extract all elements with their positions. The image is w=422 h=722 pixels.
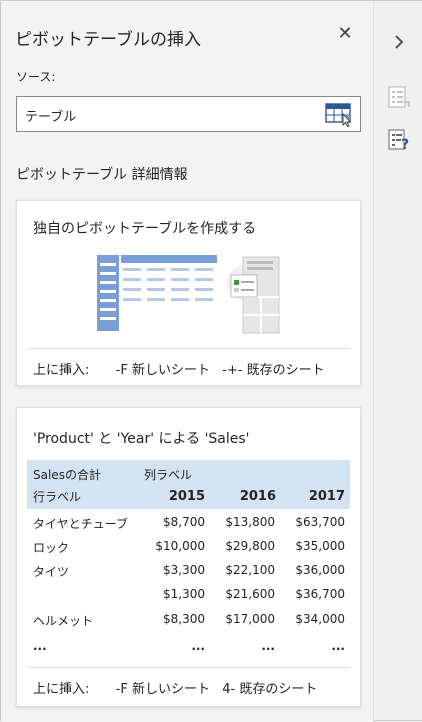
cell-value: $21,600 xyxy=(225,587,275,601)
row-label: ... xyxy=(33,639,47,653)
column-labels-header: 列ラベル xyxy=(144,468,193,482)
cell-value: $36,000 xyxy=(295,563,345,577)
cell-value: ... xyxy=(261,639,275,653)
cell-value: $29,800 xyxy=(225,539,275,553)
card-title: 'Product' と 'Year' による 'Sales' xyxy=(33,431,250,447)
chevron-right-icon[interactable] xyxy=(386,29,412,55)
insert-location-row: 上に挿入: -F 新しいシート 4- 既存のシート xyxy=(33,678,317,697)
source-value: テーブル xyxy=(25,110,77,125)
cell-value: $17,000 xyxy=(225,612,275,626)
svg-text:?: ? xyxy=(401,137,409,153)
section-label: ピボットテーブル 詳細情報 xyxy=(16,167,188,183)
insert-pivottable-pane: ピボットテーブルの挿入 ✕ ソース: テーブル ピボットテーブル 詳細情報 独自… xyxy=(1,1,374,722)
cell-value: $22,100 xyxy=(225,563,275,577)
table-row: ロック $10,000 $29,800 $35,000 xyxy=(27,536,350,560)
help-document-icon[interactable]: ? xyxy=(386,127,412,153)
new-sheet-option[interactable]: -F 新しいシート xyxy=(116,363,210,378)
cell-value: $8,700 xyxy=(163,515,205,529)
cell-value: $35,000 xyxy=(295,539,345,553)
cell-value: ... xyxy=(191,639,205,653)
recommended-pivottable-card[interactable]: 'Product' と 'Year' による 'Sales' Salesの合計 … xyxy=(16,407,361,707)
insert-location-row: 上に挿入: -F 新しいシート -+- 既存のシート xyxy=(33,359,325,378)
value-header: Salesの合計 xyxy=(33,468,101,482)
cell-value: $13,800 xyxy=(225,515,275,529)
cell-value: $1,300 xyxy=(163,587,205,601)
table-row: ... ... ... ... xyxy=(27,636,350,660)
pivot-table-header: Salesの合計 列ラベル 行ラベル 2015 2016 2017 xyxy=(27,460,350,509)
row-label: タイツ xyxy=(33,565,70,579)
cell-value: $8,300 xyxy=(163,612,205,626)
card-divider xyxy=(27,667,350,668)
row-labels-header: 行ラベル xyxy=(33,490,82,504)
cell-value: ... xyxy=(331,639,345,653)
year-header: 2016 xyxy=(239,489,276,504)
cell-value: $10,000 xyxy=(155,539,205,553)
table-select-icon[interactable] xyxy=(324,101,354,128)
pane-title: ピボットテーブルの挿入 xyxy=(15,30,201,50)
source-field[interactable]: テーブル xyxy=(16,96,361,132)
table-row: ヘルメット $8,300 $17,000 $34,000 xyxy=(27,609,350,633)
new-sheet-option[interactable]: -F 新しいシート xyxy=(116,682,210,697)
pivot-recommend-icon[interactable] xyxy=(386,85,412,111)
pivottable-illustration-icon xyxy=(95,253,285,339)
table-row: タイヤとチューブ $8,700 $13,800 $63,700 xyxy=(27,512,350,536)
row-label: ロック xyxy=(33,541,70,555)
blank-pivottable-card[interactable]: 独自のピボットテーブルを作成する 上に挿入: -F 新しいシート -+- 既存の… xyxy=(16,200,361,386)
existing-sheet-option[interactable]: 4- 既存のシート xyxy=(222,682,317,697)
card-divider xyxy=(27,348,350,349)
row-label: ヘルメット xyxy=(33,614,94,628)
close-button[interactable]: ✕ xyxy=(334,23,356,45)
cell-value: $3,300 xyxy=(163,563,205,577)
table-row: $1,300 $21,600 $36,700 xyxy=(27,584,350,608)
insert-label: 上に挿入: xyxy=(33,363,90,378)
cell-value: $34,000 xyxy=(295,612,345,626)
card-title: 独自のピボットテーブルを作成する xyxy=(33,221,257,237)
row-label: タイヤとチューブ xyxy=(33,517,128,531)
side-rail: ? xyxy=(374,1,422,720)
year-header: 2015 xyxy=(168,489,205,504)
source-label: ソース: xyxy=(16,70,56,84)
cell-value: $63,700 xyxy=(295,515,345,529)
year-header: 2017 xyxy=(308,489,345,504)
insert-label: 上に挿入: xyxy=(33,682,90,697)
cell-value: $36,700 xyxy=(295,587,345,601)
existing-sheet-option[interactable]: -+- 既存のシート xyxy=(222,363,324,378)
table-row: タイツ $3,300 $22,100 $36,000 xyxy=(27,560,350,584)
